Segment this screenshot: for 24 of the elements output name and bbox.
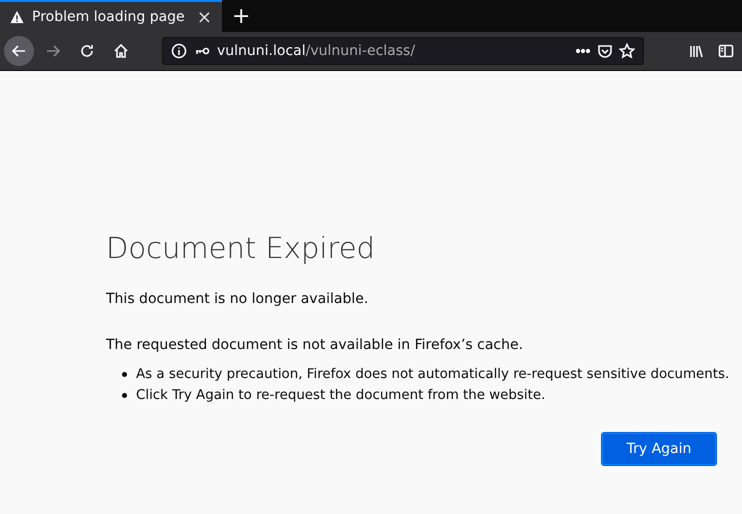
- try-again-button[interactable]: Try Again: [602, 433, 716, 465]
- library-icon[interactable]: [688, 43, 704, 59]
- address-bar[interactable]: vulnuni.local/vulnuni-eclass/: [162, 37, 644, 65]
- home-icon[interactable]: [113, 43, 129, 59]
- forward-arrow-icon[interactable]: [45, 43, 61, 59]
- error-title: Document Expired: [106, 231, 376, 265]
- back-arrow-icon[interactable]: [11, 43, 27, 59]
- reload-icon[interactable]: [79, 43, 95, 59]
- bullet-text: Click Try Again to re-request the document from the website.: [136, 388, 546, 403]
- sidebar-icon[interactable]: [718, 43, 734, 59]
- browser-tab[interactable]: Problem loading page ×: [0, 0, 222, 32]
- bullet-text: As a security precaution, Firefox does not automatically re-request sensitive documents.: [136, 367, 730, 382]
- bullet-icon: [122, 393, 127, 398]
- bullet-icon: [122, 372, 127, 377]
- star-icon[interactable]: [619, 43, 635, 59]
- url-host: vulnuni.local: [217, 43, 306, 59]
- url-path: /vulnuni-eclass/: [306, 43, 416, 59]
- error-detail: The requested document is not available in Firefox’s cache.: [106, 337, 524, 353]
- new-tab-button[interactable]: +: [222, 0, 260, 32]
- back-button[interactable]: [4, 36, 34, 66]
- error-intro: This document is no longer available.: [106, 291, 370, 307]
- info-icon[interactable]: [171, 43, 187, 59]
- warning-icon: [10, 10, 24, 24]
- close-tab-button[interactable]: ×: [196, 6, 212, 28]
